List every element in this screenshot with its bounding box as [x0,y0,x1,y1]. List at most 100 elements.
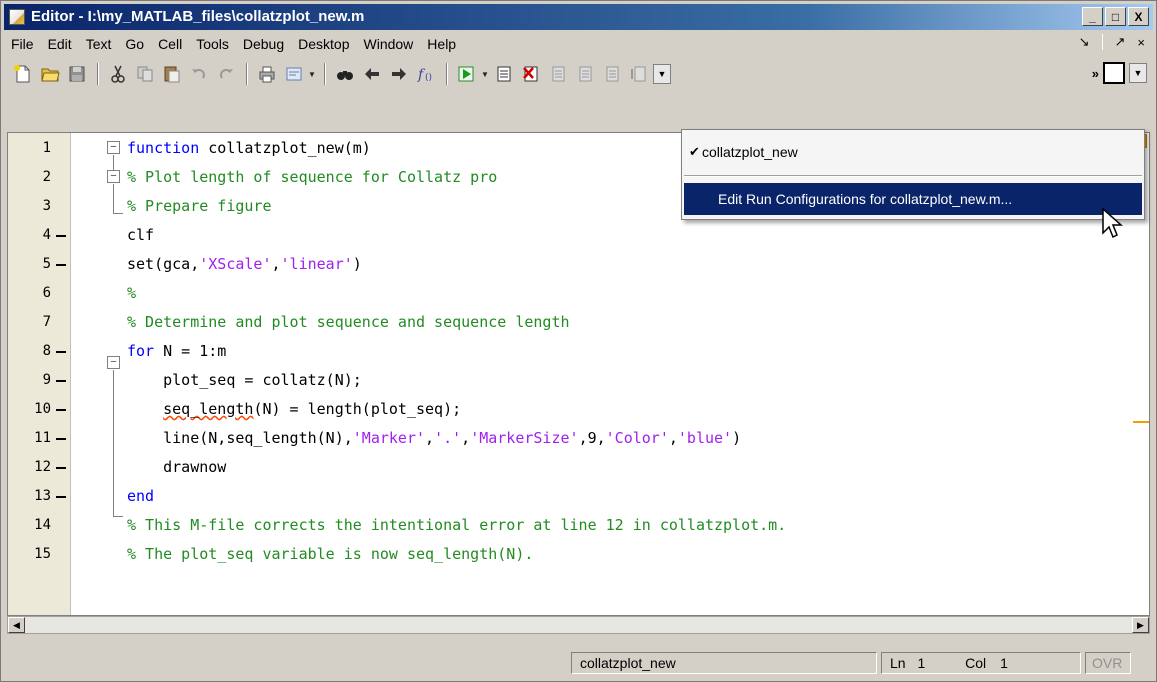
column-label: Col [965,655,987,671]
title-bar[interactable]: Editor - I:\my_MATLAB_files\collatzplot_… [4,4,1153,30]
line-number[interactable]: 5 [8,250,51,279]
code-text: clf [127,226,155,244]
line-number[interactable]: 6 [8,279,51,308]
chevron-down-icon[interactable]: ▼ [1129,63,1147,83]
menu-text[interactable]: Text [79,33,119,55]
scroll-left-icon[interactable]: ◀ [8,617,25,633]
status-bar: collatzplot_new Ln 1 Col 1 OVR [4,649,1153,677]
menu-help[interactable]: Help [420,33,463,55]
edit-run-configurations-label: Edit Run Configurations for collatzplot_… [718,191,1013,207]
line-number[interactable]: 4 [8,221,51,250]
cell-mode-toggle[interactable] [1103,62,1125,84]
mouse-pointer-icon [1102,207,1123,239]
edit-run-configurations-item[interactable]: Edit Run Configurations for collatzplot_… [684,183,1142,215]
code-line[interactable]: 15 % The plot_seq variable is now seq_le… [8,540,1151,569]
copy-icon[interactable] [132,61,158,87]
breakpoint-dash[interactable] [56,496,66,498]
line-number[interactable]: 1 [8,134,51,163]
menu-debug[interactable]: Debug [236,33,291,55]
breakpoint-dash[interactable] [56,438,66,440]
menu-window[interactable]: Window [357,33,421,55]
new-file-icon[interactable] [10,61,36,87]
run-config-item[interactable]: ✔ collatzplot_new [684,136,1142,168]
breakpoint-dash[interactable] [56,380,66,382]
code-text: plot_seq = collatz(N); [127,371,362,389]
toolbar-separator [97,63,99,85]
minimize-button[interactable]: _ [1082,7,1103,26]
chevron-down-icon[interactable]: ▼ [481,70,491,79]
dock-icon[interactable]: ↘ [1079,34,1090,50]
breakpoint-dash[interactable] [56,235,66,237]
breakpoint-dash[interactable] [56,264,66,266]
exit-debug-icon[interactable] [626,61,652,87]
breakpoint-dash[interactable] [56,467,66,469]
set-breakpoint-icon[interactable] [491,61,517,87]
mlint-warning-text[interactable]: seq_length [163,400,253,418]
save-icon[interactable] [64,61,90,87]
back-icon[interactable] [359,61,385,87]
breakpoint-dash[interactable] [56,351,66,353]
line-number[interactable]: 9 [8,366,51,395]
line-number[interactable]: 14 [8,511,51,540]
scroll-right-icon[interactable]: ▶ [1132,617,1149,633]
code-line[interactable]: 8 for N = 1:m [8,337,1151,366]
run-icon[interactable] [454,61,480,87]
breakpoint-dash[interactable] [56,409,66,411]
line-number[interactable]: 13 [8,482,51,511]
line-number[interactable]: 11 [8,424,51,453]
menu-edit[interactable]: Edit [41,33,79,55]
menu-file[interactable]: File [4,33,41,55]
function-icon[interactable]: f() [413,61,439,87]
menu-desktop[interactable]: Desktop [291,33,356,55]
undo-icon[interactable] [186,61,212,87]
maximize-button[interactable]: □ [1105,7,1126,26]
paste-icon[interactable] [159,61,185,87]
code-line[interactable]: 10 seq_length(N) = length(plot_seq); [8,395,1151,424]
line-number[interactable]: 2 [8,163,51,192]
step-in-icon[interactable] [572,61,598,87]
menu-tools[interactable]: Tools [189,33,236,55]
forward-icon[interactable] [386,61,412,87]
menu-go[interactable]: Go [118,33,151,55]
menu-cell[interactable]: Cell [151,33,189,55]
line-number[interactable]: 7 [8,308,51,337]
close-button[interactable]: X [1128,7,1149,26]
code-line[interactable]: 11 line(N,seq_length(N),'Marker','.','Ma… [8,424,1151,453]
open-folder-icon[interactable] [37,61,63,87]
run-dropdown-menu: ✔ collatzplot_new Edit Run Configuration… [681,129,1145,220]
code-line[interactable]: 13 end [8,482,1151,511]
line-number[interactable]: 15 [8,540,51,569]
comment-text: % Determine and plot sequence and sequen… [127,313,570,331]
line-number[interactable]: 12 [8,453,51,482]
cut-icon[interactable] [105,61,131,87]
clear-breakpoint-icon[interactable] [518,61,544,87]
line-number[interactable]: 10 [8,395,51,424]
code-line[interactable]: 9 plot_seq = collatz(N); [8,366,1151,395]
code-line[interactable]: 5 set(gca,'XScale','linear') [8,250,1151,279]
comment-icon[interactable] [281,61,307,87]
undock-icon[interactable]: ↗ [1115,34,1126,50]
chevron-down-icon[interactable]: ▼ [308,70,318,79]
code-line[interactable]: 4 clf [8,221,1151,250]
close-document-icon[interactable]: × [1137,35,1145,50]
line-number[interactable]: 8 [8,337,51,366]
toolbar-overflow-icon[interactable]: » [1092,66,1099,81]
redo-icon[interactable] [213,61,239,87]
code-line[interactable]: 6 % [8,279,1151,308]
code-line[interactable]: 7 % Determine and plot sequence and sequ… [8,308,1151,337]
step-out-icon[interactable] [599,61,625,87]
code-line[interactable]: 12 drawnow [8,453,1151,482]
print-icon[interactable] [254,61,280,87]
find-icon[interactable] [332,61,358,87]
code-line[interactable]: 14 % This M-file corrects the intentiona… [8,511,1151,540]
comment-text: % The plot_seq variable is now seq_lengt… [127,545,534,563]
code-text: , [461,429,471,447]
string-literal: 'linear' [280,255,353,273]
horizontal-scrollbar[interactable]: ◀ ▶ [7,616,1150,634]
line-number[interactable]: 3 [8,192,51,221]
stack-dropdown[interactable]: ▼ [653,64,671,84]
toolbar-separator [246,63,248,85]
keyword: end [127,487,155,505]
step-icon[interactable] [545,61,571,87]
code-text: line(N,seq_length(N), [127,429,353,447]
